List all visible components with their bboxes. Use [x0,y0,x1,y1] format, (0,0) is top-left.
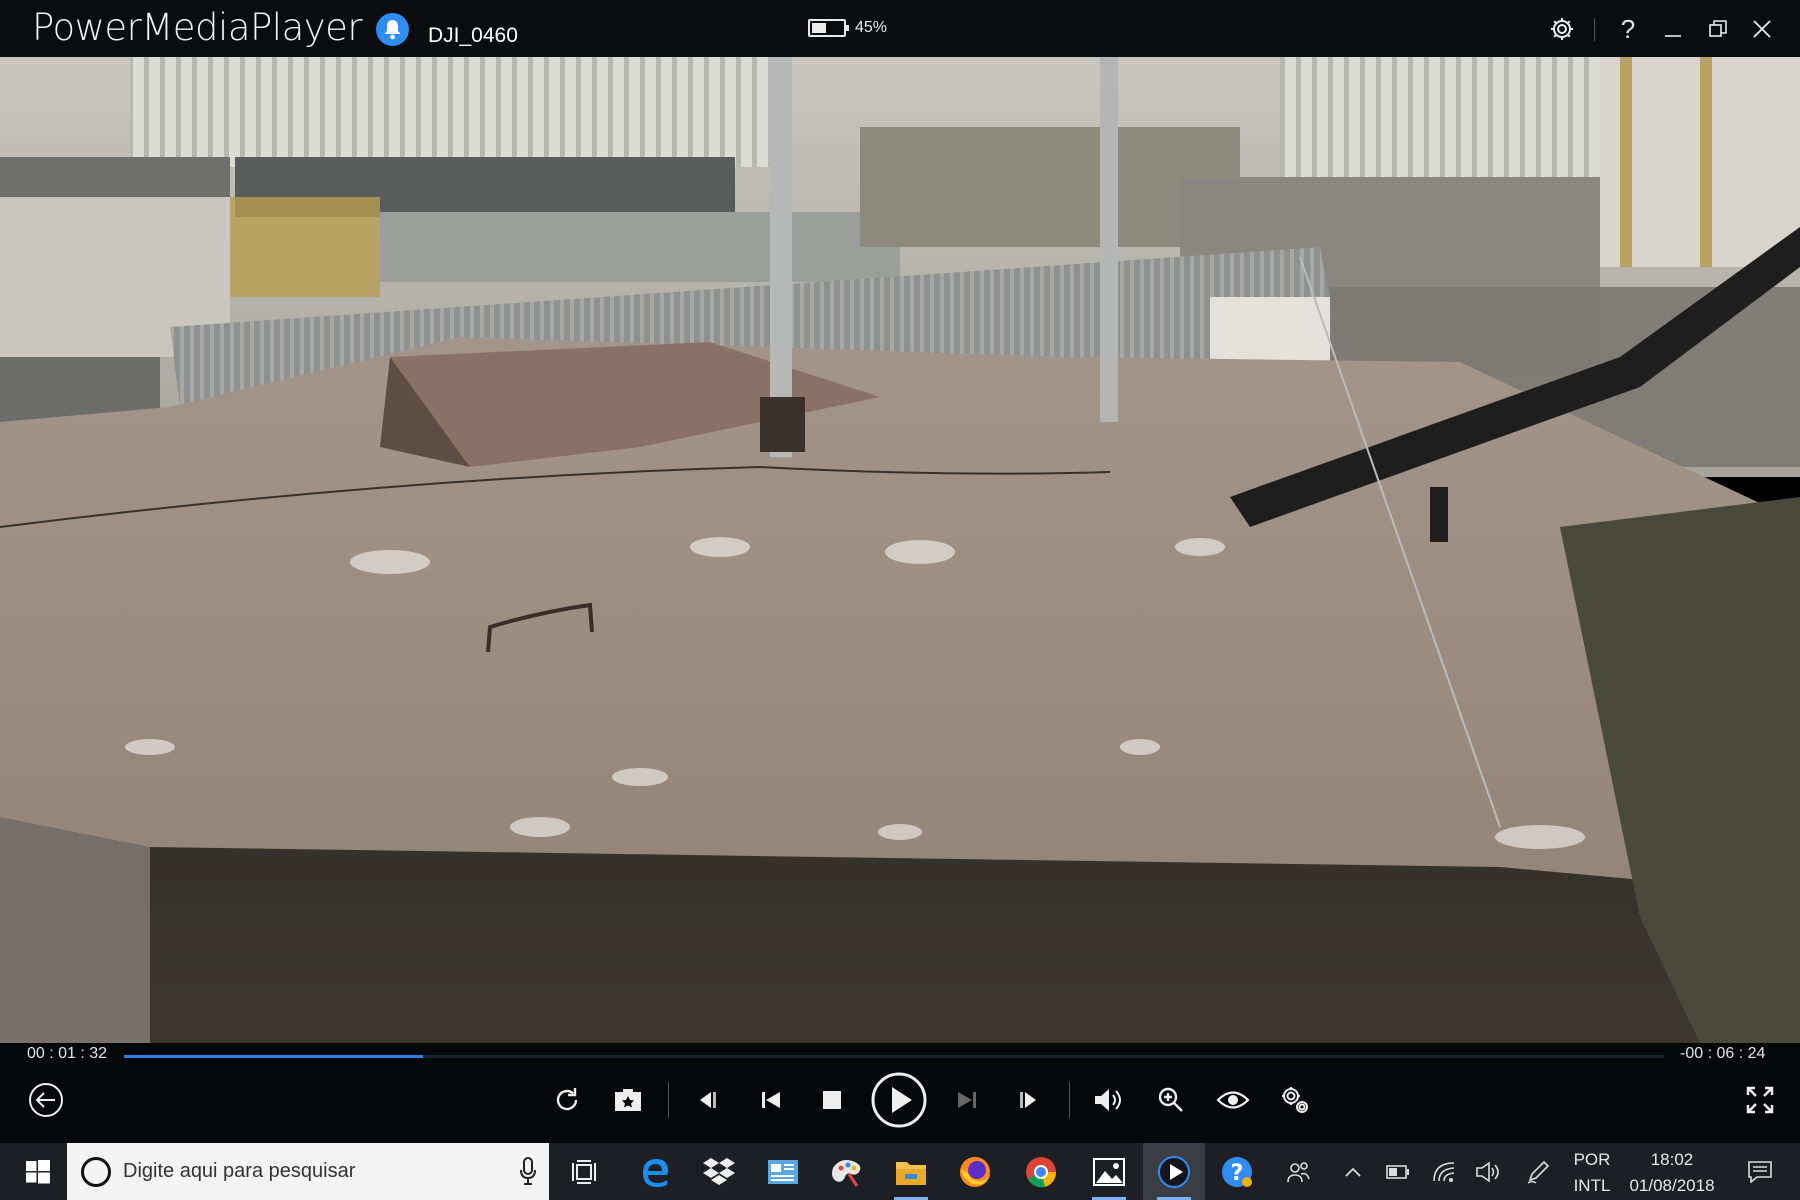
volume-icon[interactable] [1085,1077,1131,1123]
mail-reader-icon[interactable] [752,1143,814,1200]
titlebar-divider [1594,19,1595,41]
wifi-icon[interactable] [1424,1143,1464,1200]
notification-bell-icon[interactable] [376,13,409,46]
seek-bar[interactable] [124,1055,1664,1058]
photos-icon[interactable] [1078,1143,1140,1200]
gear-icon[interactable] [1543,10,1581,48]
battery-percent: 45% [855,19,888,36]
controls-divider [668,1082,669,1118]
stop-icon[interactable] [809,1077,855,1123]
clock-time[interactable]: 18:02 [1622,1150,1722,1170]
eye-icon[interactable] [1210,1077,1256,1123]
battery-level [812,23,826,33]
frame-back-icon[interactable] [684,1077,730,1123]
seek-progress [124,1055,423,1058]
settings-icon[interactable] [1272,1077,1318,1123]
windows-taskbar: Digite aqui para pesquisar ? POR INTL 18… [0,1143,1800,1200]
language-code[interactable]: POR [1572,1150,1612,1170]
people-icon[interactable] [1278,1143,1318,1200]
previous-icon[interactable] [748,1077,794,1123]
svg-text:?: ? [1231,1161,1244,1186]
title-bar: PowerMediaPlayer DJI_0460 45% ? [0,0,1800,57]
action-center-icon[interactable] [1735,1143,1785,1200]
remaining-time: -00 : 06 : 24 [1680,1045,1766,1062]
paint-3d-icon[interactable] [815,1143,877,1200]
zoom-in-icon[interactable] [1148,1077,1194,1123]
back-icon[interactable] [23,1077,69,1123]
next-icon[interactable] [944,1077,990,1123]
restore-icon[interactable] [1699,10,1737,48]
edge-icon[interactable] [624,1143,686,1200]
volume-tray-icon[interactable] [1468,1143,1508,1200]
keyboard-layout[interactable]: INTL [1572,1176,1612,1196]
powermediaplayer-icon[interactable] [1143,1143,1205,1200]
firefox-icon[interactable] [944,1143,1006,1200]
play-icon[interactable] [870,1071,928,1129]
help-app-icon[interactable]: ? [1206,1143,1268,1200]
video-scene-image [0,57,1800,1043]
controls-divider-2 [1069,1082,1070,1118]
clock-date[interactable]: 01/08/2018 [1622,1176,1722,1196]
dropbox-icon[interactable] [688,1143,750,1200]
elapsed-time: 00 : 01 : 32 [27,1045,108,1062]
minimize-icon[interactable] [1654,10,1692,48]
file-explorer-icon[interactable] [880,1143,942,1200]
rotate-icon[interactable] [544,1077,590,1123]
microphone-icon[interactable] [519,1156,537,1191]
app-title: PowerMediaPlayer [32,6,363,49]
search-placeholder: Digite aqui para pesquisar [123,1160,356,1182]
frame-forward-icon[interactable] [1006,1077,1052,1123]
task-view-icon[interactable] [553,1143,615,1200]
close-icon[interactable] [1743,10,1781,48]
fullscreen-icon[interactable] [1737,1077,1783,1123]
battery-tray-icon[interactable] [1378,1143,1418,1200]
cortana-icon [81,1157,111,1187]
taskbar-search-box[interactable]: Digite aqui para pesquisar [67,1143,549,1200]
chrome-icon[interactable] [1010,1143,1072,1200]
video-frame[interactable] [0,57,1800,1043]
battery-icon [808,19,849,37]
file-name: DJI_0460 [428,24,518,47]
snapshot-icon[interactable] [605,1077,651,1123]
pen-workspace-icon[interactable] [1518,1143,1558,1200]
windows-start-icon[interactable] [12,1143,64,1200]
help-icon[interactable]: ? [1609,10,1647,48]
chevron-up-icon[interactable] [1333,1143,1373,1200]
